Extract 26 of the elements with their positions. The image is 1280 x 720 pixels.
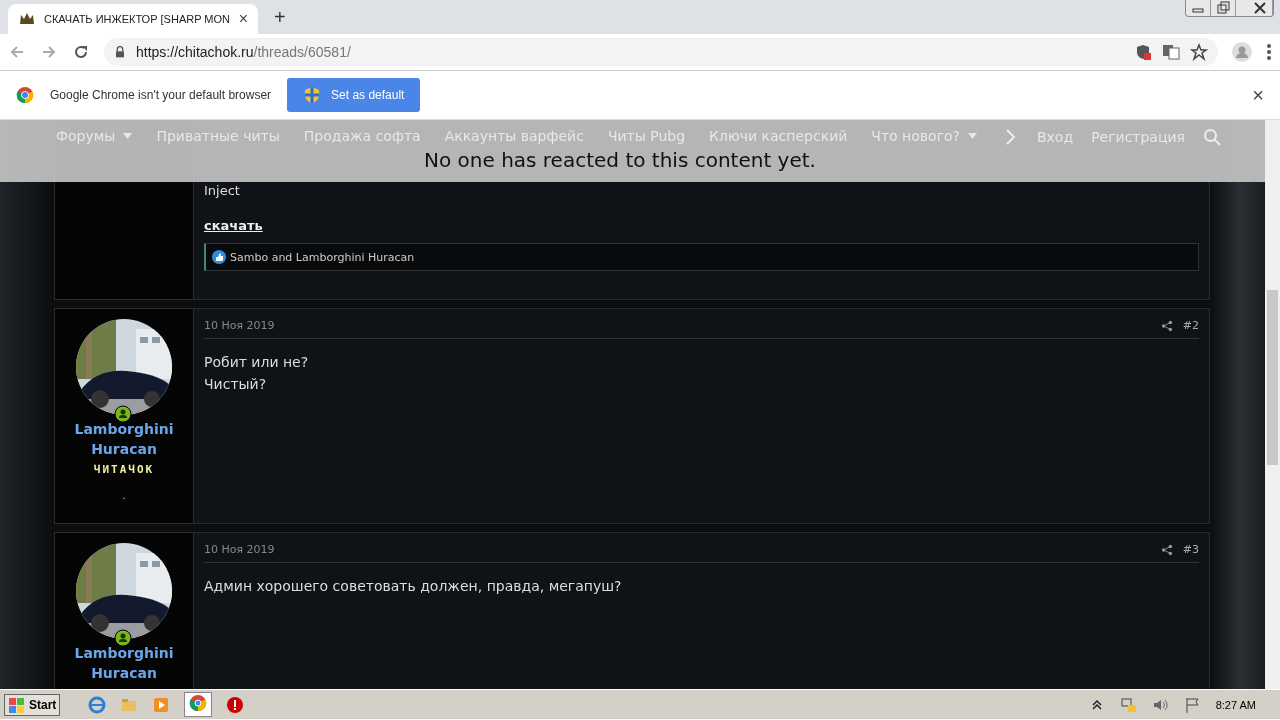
browser-tab[interactable]: СКАЧАТЬ ИНЖЕКТОР [SHARP MON ×	[8, 4, 258, 34]
user-footer: .	[122, 490, 126, 501]
post-date[interactable]: 10 Ноя 2019	[204, 319, 275, 332]
download-link[interactable]: скачать	[204, 218, 263, 233]
reactions-message: No one has reacted to this content yet.	[424, 148, 816, 172]
set-as-default-button[interactable]: Set as default	[287, 78, 421, 112]
address-bar[interactable]: https://chitachok.ru/threads/60581/	[104, 38, 1218, 66]
post-number[interactable]: #3	[1182, 543, 1199, 556]
default-browser-message: Google Chrome isn't your default browser	[50, 88, 272, 102]
author-name[interactable]: Lamborghini Huracan	[74, 643, 174, 683]
start-button[interactable]: Start	[4, 693, 61, 716]
post-number[interactable]: #2	[1182, 319, 1199, 332]
post-date[interactable]: 10 Ноя 2019	[204, 543, 275, 556]
post-text: Чистый?	[204, 375, 268, 394]
post-text: Робит или не?	[204, 353, 310, 372]
author-name[interactable]: Lamborghini Huracan	[74, 419, 174, 459]
tab-title: СКАЧАТЬ ИНЖЕКТОР [SHARP MON	[44, 13, 231, 25]
close-infobar-button[interactable]: ×	[1252, 83, 1264, 107]
close-tab-button[interactable]: ×	[238, 10, 248, 28]
reactions-bar[interactable]: Sambo and Lamborghini Huracan	[204, 243, 1199, 271]
new-tab-button[interactable]: +	[268, 5, 292, 30]
post-text: Админ хорошего советовать должен, правда, мегапуш?	[204, 577, 623, 596]
post-text: Inject	[204, 183, 241, 198]
user-title: ЧИТАЧОК	[93, 463, 155, 476]
clock-time[interactable]: 8:27 AM	[1215, 698, 1256, 711]
reaction-names: Sambo and Lamborghini Huracan	[230, 250, 415, 264]
